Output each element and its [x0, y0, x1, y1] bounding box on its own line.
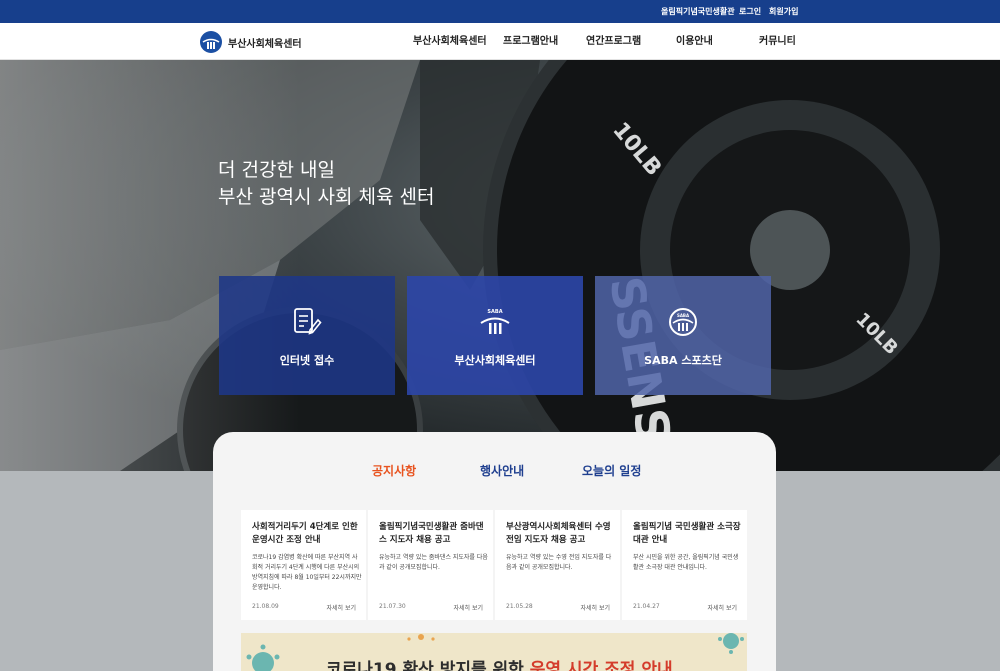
logo-text: 부산사회체육센터	[228, 38, 302, 50]
notice-title: 올림픽기념 국민생활관 소극장 대관 안내	[633, 522, 741, 545]
view-more-link[interactable]: 자세히 보기	[326, 603, 356, 612]
notice-date: 21.05.28	[506, 603, 533, 610]
saba-emblem-icon: SABA	[480, 309, 510, 334]
notice-card[interactable]: 올림픽기념국민생활관 줌바댄스 지도자 채용 공고 유능하고 역량 있는 줌바댄…	[368, 510, 493, 620]
tile-internet-registration[interactable]: 인터넷 접수	[219, 276, 395, 395]
svg-text:SABA: SABA	[677, 313, 690, 318]
site-logo[interactable]: 부산사회체육센터	[200, 31, 302, 53]
tile-label: SABA 스포츠단	[644, 354, 722, 367]
notice-card[interactable]: 올림픽기념 국민생활관 소극장 대관 안내 부산 시민을 위한 공간, 올림픽기…	[622, 510, 747, 620]
main-header: 부산사회체육센터 부산사회체육센터 프로그램안내 연간프로그램 이용안내 커뮤니…	[0, 23, 1000, 60]
tile-label: 인터넷 접수	[279, 354, 335, 367]
nav-item-community[interactable]: 커뮤니티	[759, 23, 796, 60]
notice-body: 코로나19 감염병 확산에 따른 부산지역 사회적 거리두기 4단계 시행에 다…	[252, 554, 362, 591]
notice-date: 21.07.30	[379, 603, 406, 610]
notice-body: 유능하고 역량 있는 수영 전임 지도자를 다음과 같이 공개모집합니다.	[506, 554, 612, 571]
view-more-link[interactable]: 자세히 보기	[453, 603, 483, 612]
saba-logo-icon	[200, 31, 222, 53]
tile-busan-center[interactable]: SABA 부산사회체육센터	[407, 276, 583, 395]
tab-today-schedule[interactable]: 오늘의 일정	[582, 462, 641, 479]
signup-link[interactable]: 회원가입	[769, 0, 798, 23]
hero-title-line1: 더 건강한 내일	[218, 159, 335, 181]
view-more-link[interactable]: 자세히 보기	[707, 603, 737, 612]
tab-notices[interactable]: 공지사항	[372, 462, 416, 479]
nav-item-annual-programs[interactable]: 연간프로그램	[586, 23, 641, 60]
nav-item-programs[interactable]: 프로그램안내	[503, 23, 558, 60]
notice-card[interactable]: 부산광역시사회체육센터 수영전임 지도자 채용 공고 유능하고 역량 있는 수영…	[495, 510, 620, 620]
svg-text:SABA: SABA	[487, 309, 502, 315]
banner-text: 코로나19 확산 방지를 위한 운영 시간 조정 안내	[326, 655, 673, 671]
utility-bar: 올림픽기념국민생활관 로그인 회원가입	[0, 0, 1000, 23]
tile-label: 부산사회체육센터	[454, 354, 536, 367]
notice-title: 사회적거리두기 4단계로 인한 운영시간 조정 안내	[252, 522, 358, 545]
view-more-link[interactable]: 자세히 보기	[580, 603, 610, 612]
tile-saba-sports[interactable]: SABA SABA 스포츠단	[595, 276, 771, 395]
nav-item-usage-guide[interactable]: 이용안내	[676, 23, 713, 60]
nav-item-center[interactable]: 부산사회체육센터	[413, 23, 487, 60]
banner-text-main: 코로나19 확산 방지를 위한	[326, 660, 530, 671]
hero-overlay	[0, 60, 1000, 471]
notice-date: 21.08.09	[252, 603, 279, 610]
application-form-icon	[294, 308, 322, 335]
notice-title: 부산광역시사회체육센터 수영전임 지도자 채용 공고	[506, 522, 611, 545]
hero-title: 더 건강한 내일 부산 광역시 사회 체육 센터	[218, 157, 434, 211]
login-link[interactable]: 로그인	[739, 0, 761, 23]
notice-title: 올림픽기념국민생활관 줌바댄스 지도자 채용 공고	[379, 522, 484, 545]
saba-sports-icon: SABA	[669, 308, 697, 336]
tab-events[interactable]: 행사안내	[480, 462, 524, 479]
notice-body: 부산 시민을 위한 공간, 올림픽기념 국민생활관 소극장 대관 안내입니다.	[633, 554, 739, 571]
hero-title-line2: 부산 광역시 사회 체육 센터	[218, 186, 435, 208]
notice-card[interactable]: 사회적거리두기 4단계로 인한 운영시간 조정 안내 코로나19 감염병 확산에…	[241, 510, 366, 620]
covid-banner[interactable]: 코로나19 확산 방지를 위한 운영 시간 조정 안내	[241, 633, 747, 671]
hero-banner: SSENS 10LB 10LB 더 건강한 내일 부산 광역시 사회 체육 센터…	[0, 60, 1000, 471]
notice-body: 유능하고 역량 있는 줌바댄스 지도자를 다음과 같이 공개모집합니다.	[379, 554, 488, 571]
notice-date: 21.04.27	[633, 603, 660, 610]
banner-text-highlight: 운영 시간 조정 안내	[529, 660, 673, 671]
utility-link-olympic-hall[interactable]: 올림픽기념국민생활관	[661, 0, 735, 23]
